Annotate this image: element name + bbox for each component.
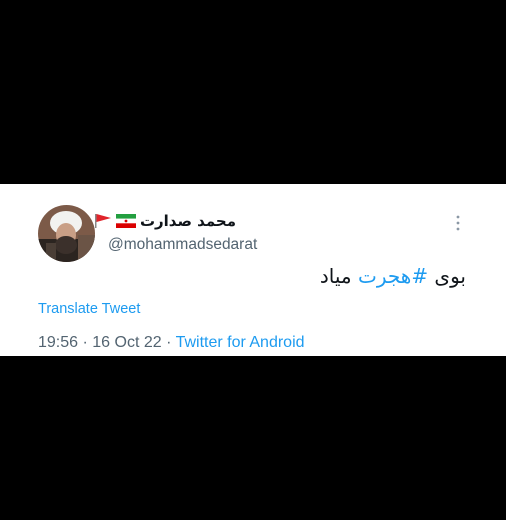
more-options-icon[interactable] [454,214,462,232]
red-flag-icon [94,214,111,228]
author-name[interactable]: محمد صدارت [140,212,236,230]
avatar-image [38,205,95,262]
tweet-date[interactable]: 16 Oct 22 [92,334,161,351]
author-handle[interactable]: @mohammadsedarat [108,236,257,254]
tweet-text: بوی #هجرت میاد [320,264,466,288]
tweet-text-suffix: میاد [319,264,358,288]
translate-tweet-link[interactable]: Translate Tweet [38,301,140,317]
tweet-text-prefix: بوی [428,264,466,288]
iran-flag-icon [115,214,136,228]
hashtag-link[interactable]: #هجرت [358,264,428,288]
meta-separator: · [78,334,93,351]
tweet-card: محمد صدارت @mohammadsedarat بوی #هجرت می… [0,184,506,356]
meta-separator: · [161,334,176,351]
tweet-source-link[interactable]: Twitter for Android [176,334,305,351]
tweet-time[interactable]: 19:56 [38,334,78,351]
author-name-row: محمد صدارت [94,211,236,231]
tweet-meta: 19:56 · 16 Oct 22 · Twitter for Android [38,334,305,352]
avatar[interactable] [38,205,95,262]
